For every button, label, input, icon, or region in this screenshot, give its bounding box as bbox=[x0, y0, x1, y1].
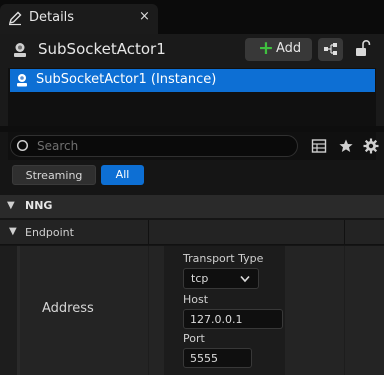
subcategory-endpoint[interactable]: ▼ Endpoint bbox=[0, 220, 384, 245]
port-label: Port bbox=[183, 332, 205, 345]
category-label: NNG bbox=[25, 199, 53, 212]
blueprint-icon bbox=[324, 43, 337, 55]
transport-type-dropdown[interactable]: tcp bbox=[183, 268, 259, 289]
unlock-icon[interactable] bbox=[354, 39, 372, 59]
tab-title: Details bbox=[29, 10, 75, 25]
details-tab[interactable]: Details × bbox=[0, 4, 158, 34]
address-value-cell: Transport Type tcp Host 127.0.0.1 Port 5… bbox=[149, 246, 344, 375]
pencil-icon bbox=[8, 11, 22, 26]
search-icon bbox=[16, 139, 29, 152]
actor-icon bbox=[17, 74, 27, 87]
host-label: Host bbox=[183, 293, 209, 306]
plus-icon: + bbox=[258, 37, 274, 59]
subcategory-label: Endpoint bbox=[25, 226, 74, 239]
add-label: Add bbox=[276, 41, 302, 56]
divider bbox=[0, 126, 384, 132]
chevron-down-icon bbox=[240, 275, 250, 283]
category-nng[interactable]: ▼ NNG bbox=[0, 195, 384, 218]
tab-bar: Details × bbox=[0, 0, 384, 34]
close-icon[interactable]: × bbox=[139, 9, 150, 24]
add-component-button[interactable]: + Add bbox=[245, 37, 312, 61]
list-item[interactable]: SubSocketActor1 (Instance) bbox=[10, 69, 375, 92]
star-icon[interactable] bbox=[338, 138, 354, 154]
port-value: 5555 bbox=[190, 352, 218, 365]
host-value: 127.0.0.1 bbox=[190, 313, 243, 326]
actor-icon bbox=[14, 43, 26, 57]
reset-column bbox=[345, 246, 384, 375]
host-field[interactable]: 127.0.0.1 bbox=[183, 309, 283, 329]
table-icon[interactable] bbox=[311, 138, 327, 154]
gear-icon[interactable] bbox=[363, 138, 379, 154]
transport-type-value: tcp bbox=[191, 272, 209, 285]
blueprint-button[interactable] bbox=[318, 38, 343, 61]
search-box[interactable] bbox=[10, 135, 298, 157]
instance-label: SubSocketActor1 (Instance) bbox=[36, 72, 217, 87]
streaming-filter-button[interactable]: Streaming bbox=[12, 165, 96, 185]
chevron-down-icon: ▼ bbox=[9, 226, 17, 237]
port-field[interactable]: 5555 bbox=[183, 348, 252, 368]
actor-name: SubSocketActor1 bbox=[38, 40, 166, 58]
details-header: SubSocketActor1 + Add SubSocketActor1 (I… bbox=[0, 34, 384, 160]
address-name-cell: Address bbox=[20, 246, 148, 375]
column-divider bbox=[148, 220, 149, 244]
search-input[interactable] bbox=[37, 137, 287, 155]
address-label: Address bbox=[42, 301, 94, 316]
address-fields: Transport Type tcp Host 127.0.0.1 Port 5… bbox=[164, 246, 285, 375]
address-property: Address Transport Type tcp Host 127.0.0.… bbox=[0, 246, 384, 375]
transport-type-label: Transport Type bbox=[183, 252, 264, 265]
all-filter-button[interactable]: All bbox=[101, 165, 144, 185]
chevron-down-icon: ▼ bbox=[7, 200, 15, 211]
column-divider bbox=[344, 220, 345, 244]
